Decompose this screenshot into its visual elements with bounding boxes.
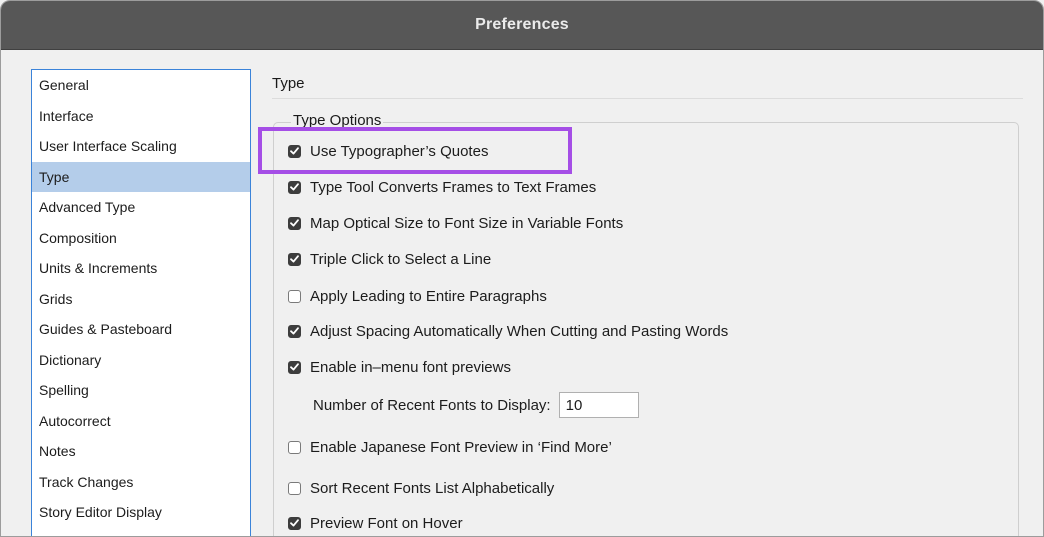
sidebar-item-track-changes[interactable]: Track Changes (32, 467, 250, 498)
option-type-tool-converts-frames[interactable]: Type Tool Converts Frames to Text Frames (288, 177, 596, 197)
recent-fonts-label: Number of Recent Fonts to Display: (313, 396, 551, 414)
checkmark-icon (290, 183, 299, 191)
sidebar-item-spelling[interactable]: Spelling (32, 375, 250, 406)
checkmark-icon (290, 519, 299, 527)
title-bar[interactable]: Preferences (1, 1, 1043, 50)
checkbox[interactable] (288, 216, 301, 230)
panel-title: Type (272, 75, 305, 92)
sidebar-item-story-editor-display[interactable]: Story Editor Display (32, 497, 250, 528)
checkbox[interactable] (288, 289, 301, 303)
option-label: Enable Japanese Font Preview in ‘Find Mo… (310, 438, 612, 456)
option-label: Adjust Spacing Automatically When Cuttin… (310, 322, 729, 340)
option-label: Map Optical Size to Font Size in Variabl… (310, 214, 624, 232)
sidebar-item-guides-pasteboard[interactable]: Guides & Pasteboard (32, 314, 250, 345)
checkmark-icon (290, 219, 299, 227)
checkbox[interactable] (288, 144, 301, 158)
option-triple-click-select-line[interactable]: Triple Click to Select a Line (288, 249, 491, 269)
sidebar-item-units-increments[interactable]: Units & Increments (32, 253, 250, 284)
checkbox[interactable] (288, 481, 301, 495)
option-label: Type Tool Converts Frames to Text Frames (310, 178, 597, 196)
recent-fonts-input[interactable] (558, 392, 639, 418)
option-label: Enable in–menu font previews (310, 358, 511, 376)
sidebar-item-grids[interactable]: Grids (32, 284, 250, 315)
recent-fonts-row: Number of Recent Fonts to Display: (313, 391, 639, 419)
window-title: Preferences (475, 16, 569, 33)
checkbox[interactable] (288, 324, 301, 338)
checkbox[interactable] (288, 252, 301, 266)
option-label: Use Typographer’s Quotes (310, 142, 489, 160)
group-label: Type Options (291, 112, 384, 129)
option-use-typographers-quotes[interactable]: Use Typographer’s Quotes (288, 141, 488, 161)
option-label: Apply Leading to Entire Paragraphs (310, 287, 547, 305)
sidebar-item-interface[interactable]: Interface (32, 101, 250, 132)
sidebar-item-general[interactable]: General (32, 70, 250, 101)
sidebar-item-composition[interactable]: Composition (32, 223, 250, 254)
option-enable-japanese-font-preview[interactable]: Enable Japanese Font Preview in ‘Find Mo… (288, 437, 612, 457)
checkmark-icon (290, 255, 299, 263)
sidebar-item-type[interactable]: Type (32, 161, 250, 192)
sidebar-item-autocorrect[interactable]: Autocorrect (32, 406, 250, 437)
checkbox[interactable] (288, 440, 301, 454)
sidebar-item-dictionary[interactable]: Dictionary (32, 345, 250, 376)
sidebar-item-advanced-type[interactable]: Advanced Type (32, 192, 250, 223)
option-label: Sort Recent Fonts List Alphabetically (310, 479, 555, 497)
checkbox[interactable] (288, 360, 301, 374)
option-apply-leading-entire-paragraphs[interactable]: Apply Leading to Entire Paragraphs (288, 286, 547, 306)
option-label: Triple Click to Select a Line (310, 250, 492, 268)
option-map-optical-size[interactable]: Map Optical Size to Font Size in Variabl… (288, 213, 623, 233)
checkbox[interactable] (288, 180, 301, 194)
option-label: Preview Font on Hover (310, 514, 463, 532)
panel-divider (272, 98, 1023, 99)
checkbox[interactable] (288, 516, 301, 530)
option-enable-in-menu-font-previews[interactable]: Enable in–menu font previews (288, 357, 511, 377)
checkmark-icon (290, 363, 299, 371)
option-sort-recent-fonts-alphabetically[interactable]: Sort Recent Fonts List Alphabetically (288, 478, 554, 498)
checkmark-icon (290, 327, 299, 335)
option-preview-font-on-hover[interactable]: Preview Font on Hover (288, 513, 463, 533)
sidebar-item-notes[interactable]: Notes (32, 436, 250, 467)
preferences-window: Preferences General Interface User Inter… (0, 0, 1044, 537)
option-adjust-spacing-automatically[interactable]: Adjust Spacing Automatically When Cuttin… (288, 321, 728, 341)
checkmark-icon (290, 147, 299, 155)
preferences-sidebar: General Interface User Interface Scaling… (31, 69, 251, 536)
sidebar-item-user-interface-scaling[interactable]: User Interface Scaling (32, 131, 250, 162)
